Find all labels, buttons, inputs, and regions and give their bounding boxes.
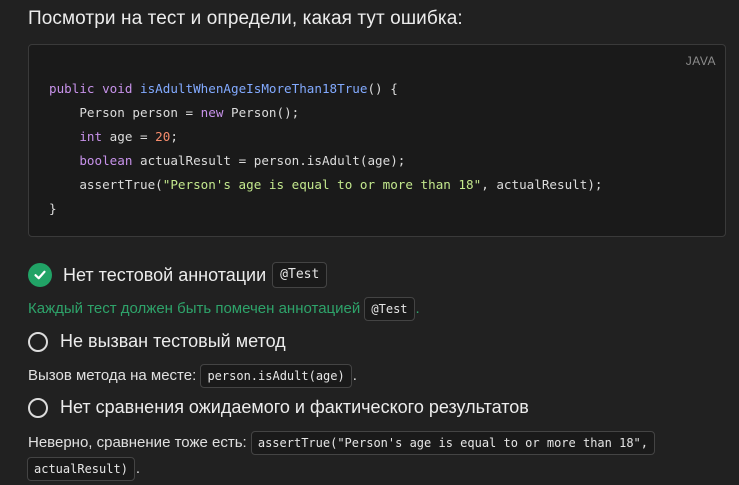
code-token: Person person = (49, 105, 201, 120)
quiz-page: Посмотри на тест и определи, какая тут о… (0, 0, 739, 485)
option-no-annotation[interactable]: Нет тестовой аннотации @Test (28, 262, 328, 288)
feedback-text: Каждый тест должен быть помечен аннотаци… (28, 299, 361, 317)
code-line: boolean actualResult = person.isAdult(ag… (49, 149, 603, 173)
code-line: Person person = new Person(); (49, 101, 603, 125)
feedback-code: person.isAdult(age) (200, 364, 352, 388)
code-line: int age = 20; (49, 125, 603, 149)
option-no-comparison[interactable]: Нет сравнения ожидаемого и фактического … (28, 397, 529, 418)
feedback-code: @Test (364, 297, 415, 321)
feedback-text: Вызов метода на месте: (28, 366, 197, 384)
code-token: boolean (79, 153, 133, 168)
check-icon (34, 270, 46, 280)
feedback-code-part1: assertTrue("Person's age is equal to or … (250, 431, 655, 456)
code-token: Person(); (223, 105, 300, 120)
code-lines: public void isAdultWhenAgeIsMoreThan18Tr… (49, 77, 603, 221)
option-feedback: Неверно, сравнение тоже есть: assertTrue… (27, 430, 728, 482)
question-title: Посмотри на тест и определи, какая тут о… (28, 8, 463, 29)
code-token: age = (102, 129, 156, 144)
option-radio[interactable] (28, 397, 48, 418)
feedback-period: . (415, 299, 420, 317)
code-token: isAdultWhenAgeIsMoreThan18True (140, 81, 368, 96)
code-token: ; (170, 129, 178, 144)
option-method-not-called[interactable]: Не вызван тестовый метод (28, 331, 286, 352)
code-token: int (79, 129, 103, 144)
code-token: () { (367, 81, 398, 96)
code-line: public void isAdultWhenAgeIsMoreThan18Tr… (49, 77, 603, 101)
code-token: assertTrue( (49, 177, 163, 192)
code-token: } (49, 201, 57, 216)
feedback-period: . (352, 366, 357, 384)
option-label: Не вызван тестовый метод (60, 331, 286, 351)
feedback-code-part2: actualResult) (27, 457, 135, 482)
code-token: , actualResult); (481, 177, 603, 192)
code-token: new (200, 105, 224, 120)
code-token: public void (49, 81, 140, 96)
option-label: Нет сравнения ожидаемого и фактического … (60, 397, 529, 417)
option-code: @Test (272, 262, 328, 288)
option-radio[interactable] (28, 331, 48, 352)
code-line: } (49, 197, 603, 221)
option-selected-radio[interactable] (28, 263, 52, 287)
code-line: assertTrue("Person's age is equal to or … (49, 173, 603, 197)
option-feedback-correct: Каждый тест должен быть помечен аннотаци… (28, 297, 420, 321)
code-language-label: JAVA (685, 54, 716, 68)
feedback-period: . (135, 460, 141, 477)
code-token: 20 (155, 129, 171, 144)
code-token: actualResult = person.isAdult(age); (132, 153, 406, 168)
feedback-text: Неверно, сравнение тоже есть: (28, 434, 247, 451)
option-label: Нет тестовой аннотации (63, 264, 267, 285)
code-token: "Person's age is equal to or more than 1… (162, 177, 482, 192)
code-block: JAVA public void isAdultWhenAgeIsMoreTha… (28, 44, 726, 237)
option-feedback: Вызов метода на месте: person.isAdult(ag… (28, 364, 357, 388)
